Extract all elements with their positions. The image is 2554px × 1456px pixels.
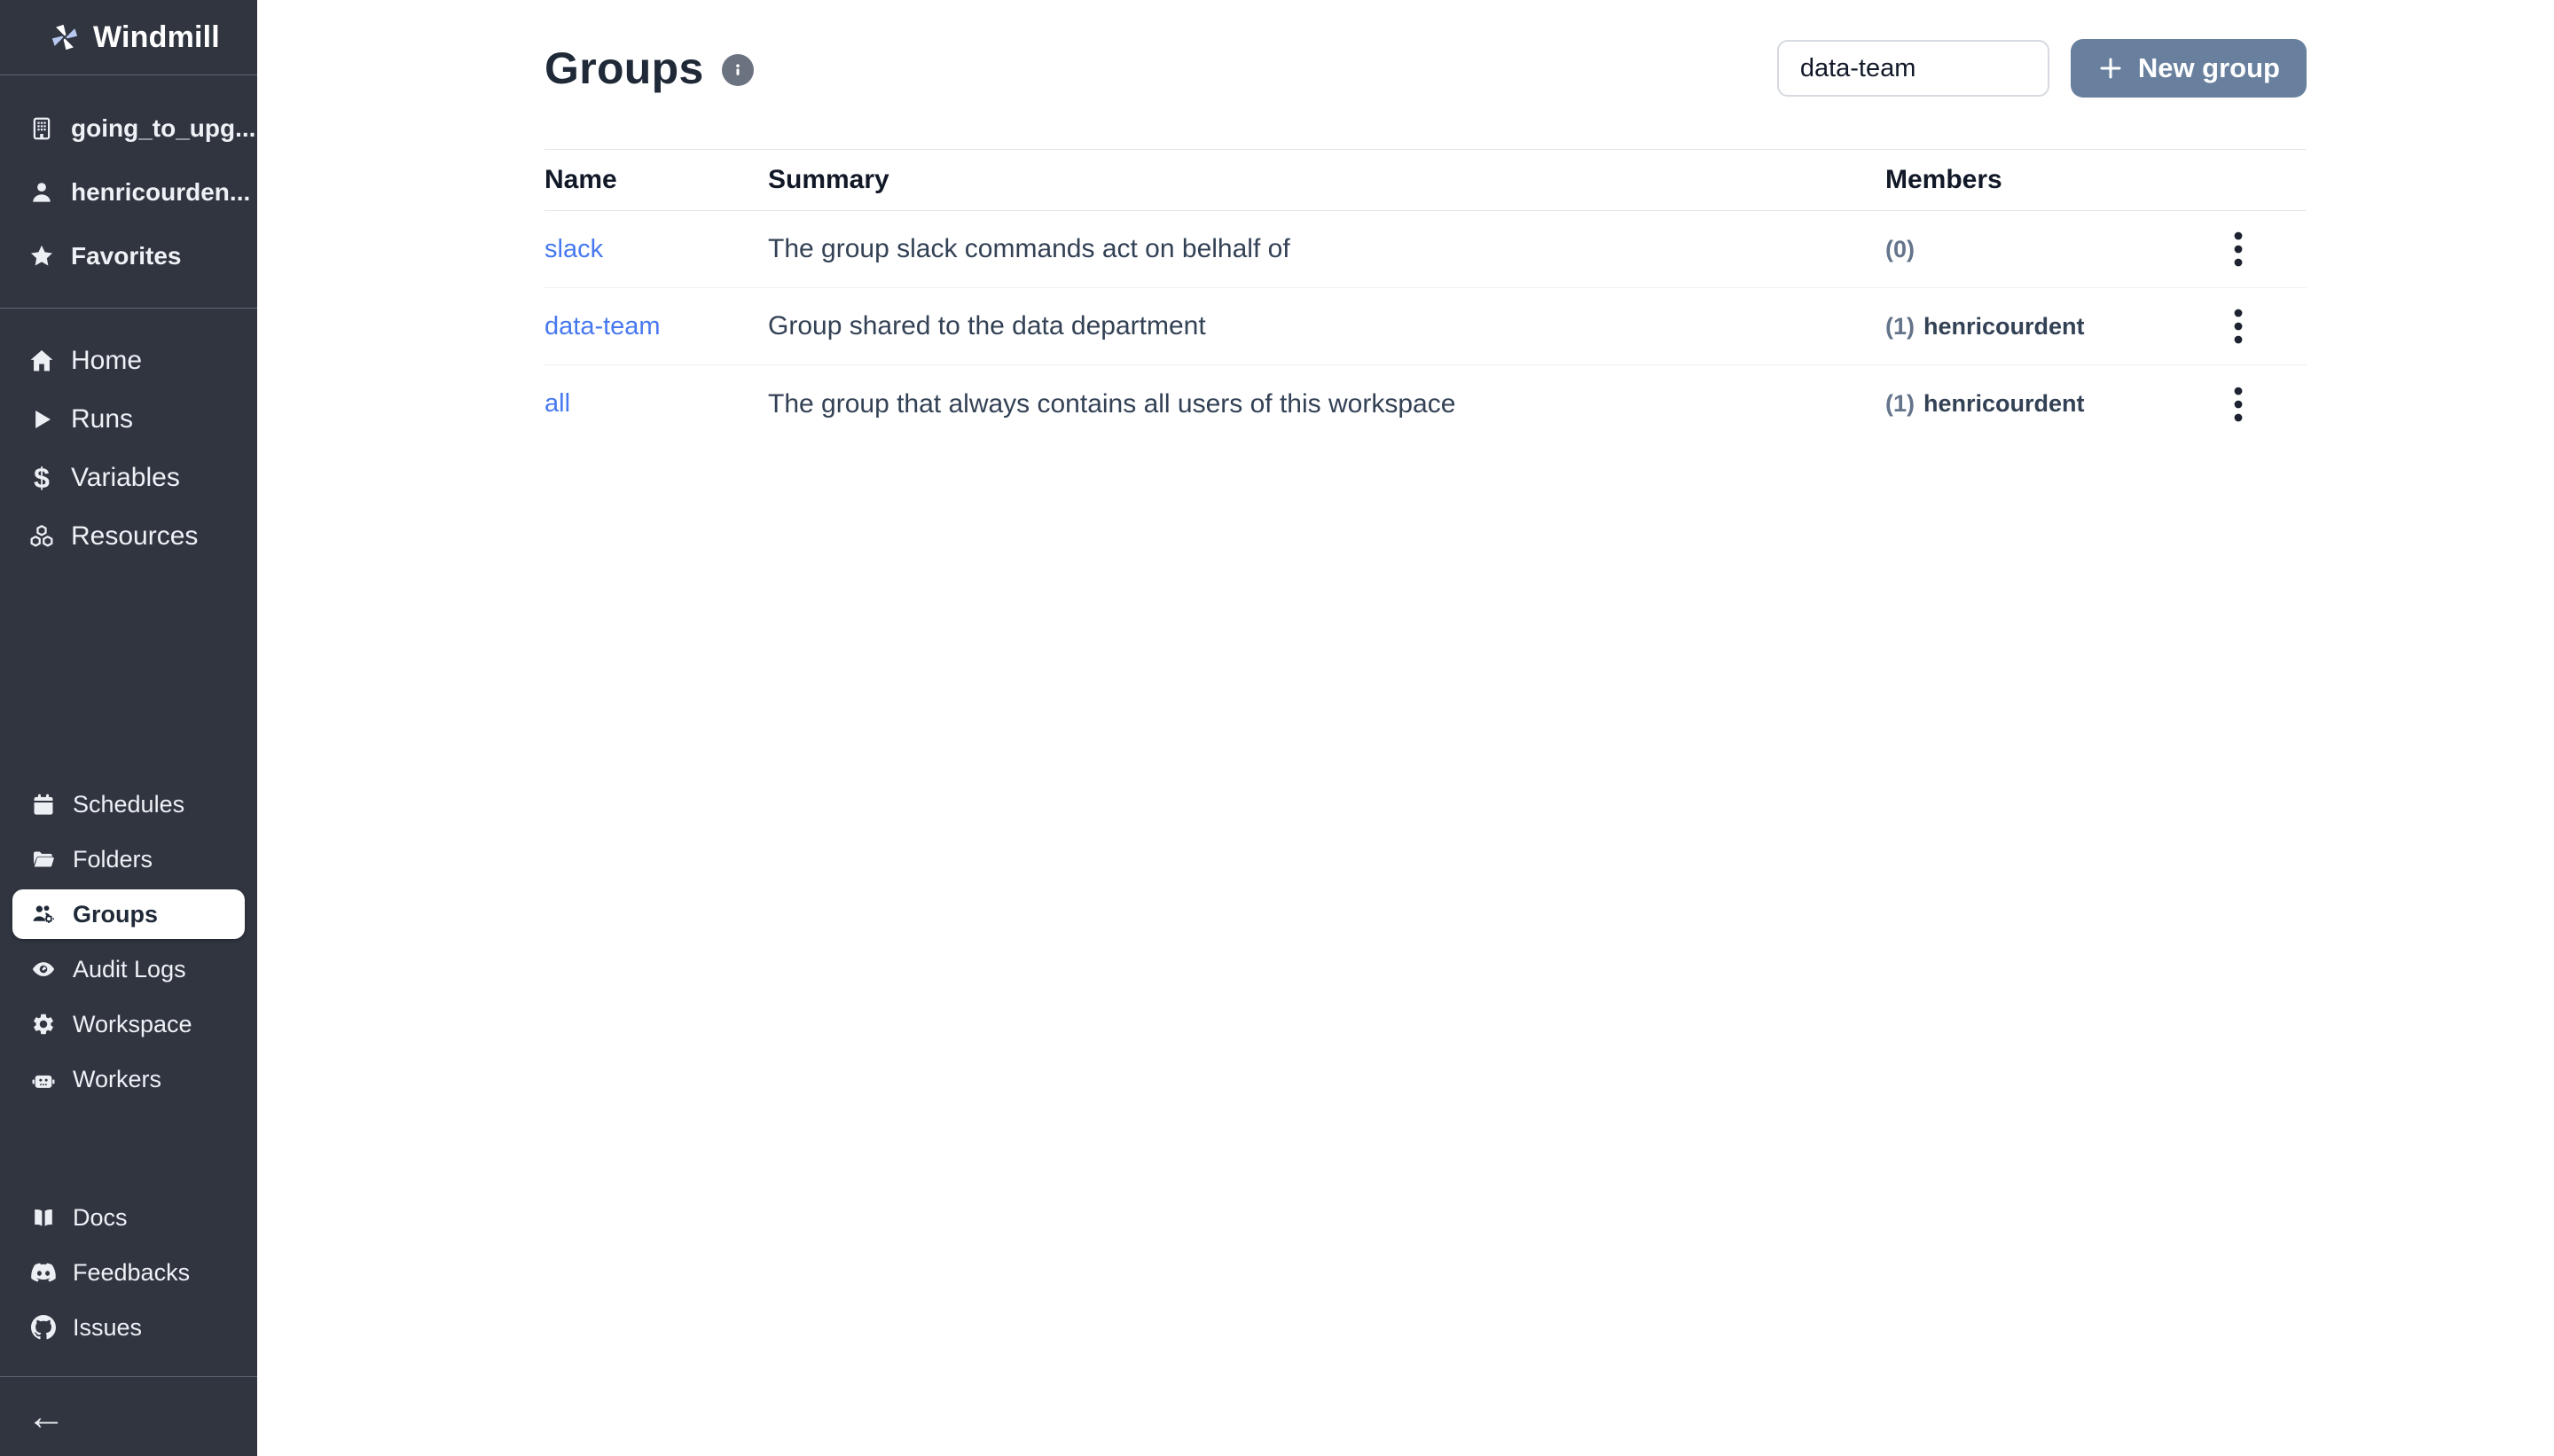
- sidebar-gap: [0, 1128, 257, 1190]
- row-menu-button[interactable]: [2213, 301, 2263, 351]
- tertiary-nav: Docs Feedbacks Issues: [0, 1190, 257, 1376]
- sidebar-item-docs[interactable]: Docs: [12, 1190, 245, 1245]
- sidebar-spacer: [0, 587, 257, 754]
- group-search-input[interactable]: [1777, 40, 2049, 97]
- user-group-gear-icon: [28, 899, 59, 929]
- sidebar-footer: ←: [0, 1376, 257, 1456]
- sidebar-item-resources[interactable]: Resources: [12, 507, 245, 566]
- cubes-icon: [27, 521, 57, 552]
- members-count: (0): [1885, 236, 1915, 262]
- sidebar-item-workspace[interactable]: Workspace: [12, 997, 245, 1052]
- info-icon[interactable]: [722, 54, 754, 86]
- calendar-icon: [28, 789, 59, 819]
- sidebar-item-favorites[interactable]: Favorites: [12, 224, 245, 288]
- members-count: (1): [1885, 313, 1915, 340]
- home-icon: [27, 346, 57, 376]
- groups-table: Name Summary Members slack The group sla…: [544, 149, 2307, 442]
- row-menu-button[interactable]: [2213, 224, 2263, 274]
- workspace-section: going_to_upg... henricourden... Favorite…: [0, 75, 257, 308]
- nav-label: Folders: [73, 846, 153, 873]
- sidebar-item-feedbacks[interactable]: Feedbacks: [12, 1245, 245, 1300]
- sidebar-item-audit-logs[interactable]: Audit Logs: [12, 942, 245, 997]
- group-link[interactable]: slack: [544, 235, 603, 263]
- header-controls: New group: [1777, 39, 2307, 98]
- sidebar-item-groups[interactable]: Groups: [12, 889, 245, 939]
- group-link[interactable]: all: [544, 389, 570, 418]
- group-summary: The group that always contains all users…: [768, 389, 1455, 419]
- table-row: data-team Group shared to the data depar…: [544, 288, 2307, 365]
- group-summary: Group shared to the data department: [768, 311, 1206, 341]
- user-icon: [27, 177, 57, 207]
- table-header-row: Name Summary Members: [544, 150, 2307, 211]
- new-group-label: New group: [2138, 52, 2280, 84]
- nav-label: Resources: [71, 521, 198, 552]
- sidebar-item-home[interactable]: Home: [12, 332, 245, 390]
- discord-icon: [28, 1257, 59, 1288]
- nav-label: Variables: [71, 463, 180, 493]
- robot-icon: [28, 1064, 59, 1094]
- nav-label: Audit Logs: [73, 956, 186, 983]
- members-count: (1): [1885, 390, 1915, 417]
- table-body: slack The group slack commands act on be…: [544, 211, 2307, 442]
- star-icon: [27, 241, 57, 271]
- members-names: henricourdent: [1923, 390, 2085, 417]
- sidebar-item-workspace-switcher[interactable]: going_to_upg...: [12, 97, 245, 160]
- nav-label: Issues: [73, 1314, 142, 1342]
- sidebar-item-user[interactable]: henricourden...: [12, 160, 245, 224]
- row-menu-button[interactable]: [2213, 380, 2263, 429]
- primary-nav: Home Runs $ Variables Resources: [0, 309, 257, 587]
- kebab-icon: [2232, 385, 2245, 424]
- sidebar-item-runs[interactable]: Runs: [12, 390, 245, 449]
- page-header: Groups New group: [257, 0, 2554, 98]
- folder-open-icon: [28, 844, 59, 874]
- sidebar-item-schedules[interactable]: Schedules: [12, 777, 245, 832]
- page-title: Groups: [544, 43, 704, 94]
- nav-label: Workspace: [73, 1011, 192, 1038]
- new-group-button[interactable]: New group: [2071, 39, 2307, 98]
- table-row: slack The group slack commands act on be…: [544, 211, 2307, 288]
- eye-icon: [28, 954, 59, 984]
- workspace-name: going_to_upg...: [71, 114, 255, 143]
- sidebar: Windmill going_to_upg...: [0, 0, 257, 1456]
- members-names: henricourdent: [1923, 313, 2085, 340]
- group-summary: The group slack commands act on belhalf …: [768, 234, 1290, 263]
- nav-label: Schedules: [73, 791, 184, 818]
- play-icon: [27, 404, 57, 434]
- column-header-name: Name: [544, 165, 768, 195]
- column-header-summary: Summary: [768, 165, 1885, 195]
- secondary-nav: Schedules Folders: [0, 754, 257, 1128]
- collapse-sidebar-icon[interactable]: ←: [27, 1397, 66, 1436]
- gear-icon: [28, 1009, 59, 1039]
- building-icon: [27, 114, 57, 144]
- nav-label: Runs: [71, 404, 133, 434]
- favorites-label: Favorites: [71, 242, 182, 270]
- group-link[interactable]: data-team: [544, 312, 661, 341]
- nav-label: Feedbacks: [73, 1259, 190, 1287]
- nav-label: Workers: [73, 1066, 161, 1093]
- windmill-logo-icon: [50, 22, 80, 52]
- sidebar-item-workers[interactable]: Workers: [12, 1052, 245, 1107]
- kebab-icon: [2232, 307, 2245, 346]
- app-logo[interactable]: Windmill: [0, 0, 257, 75]
- table-row: all The group that always contains all u…: [544, 365, 2307, 442]
- book-icon: [28, 1202, 59, 1233]
- github-icon: [28, 1312, 59, 1342]
- app-title: Windmill: [93, 20, 220, 55]
- main-content: Groups New group Name Summary Members: [257, 0, 2554, 442]
- dollar-icon: $: [27, 463, 57, 493]
- sidebar-item-issues[interactable]: Issues: [12, 1300, 245, 1355]
- sidebar-item-variables[interactable]: $ Variables: [12, 449, 245, 507]
- column-header-members: Members: [1885, 165, 2169, 195]
- nav-label: Home: [71, 346, 142, 376]
- plus-icon: [2097, 55, 2124, 82]
- kebab-icon: [2232, 230, 2245, 269]
- nav-label: Groups: [73, 901, 158, 928]
- sidebar-item-folders[interactable]: Folders: [12, 832, 245, 887]
- nav-label: Docs: [73, 1204, 128, 1232]
- user-name: henricourden...: [71, 178, 250, 207]
